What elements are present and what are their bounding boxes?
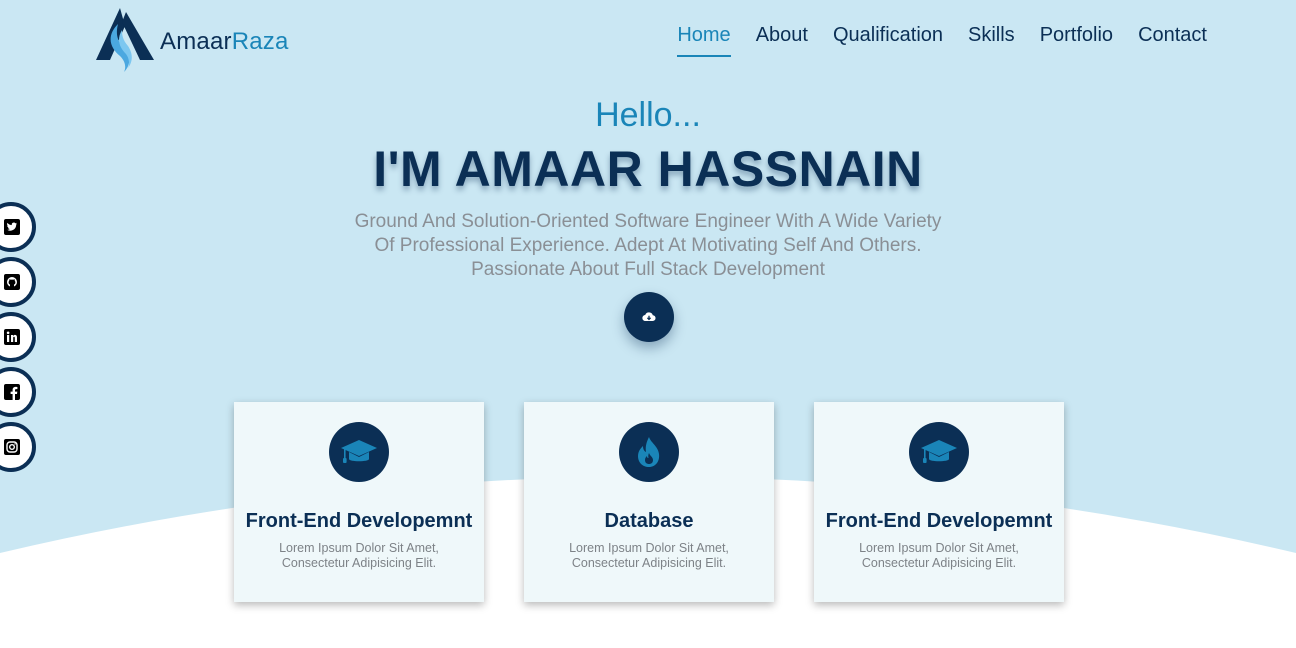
nav-portfolio[interactable]: Portfolio xyxy=(1040,24,1113,57)
nav-about[interactable]: About xyxy=(756,24,808,57)
nav-qualification[interactable]: Qualification xyxy=(833,24,943,57)
github-icon xyxy=(4,274,20,290)
card-title: Front-End Developemnt xyxy=(245,510,473,532)
card-text-line: Lorem Ipsum Dolor Sit Amet, xyxy=(569,541,729,555)
card-title: Front-End Developemnt xyxy=(825,510,1053,532)
facebook-icon xyxy=(4,384,20,400)
github-link[interactable] xyxy=(0,257,36,307)
hero-description: Ground And Solution-Oriented Software En… xyxy=(340,210,956,282)
card-text-line: Lorem Ipsum Dolor Sit Amet, xyxy=(279,541,439,555)
graduation-cap-icon xyxy=(341,440,377,463)
card-text: Lorem Ipsum Dolor Sit Amet, Consectetur … xyxy=(839,541,1039,571)
brand-logo-icon xyxy=(96,8,154,72)
hero-description-line: Ground And Solution-Oriented Software En… xyxy=(354,211,942,232)
hero-description-line: Passionate About Full Stack Development xyxy=(471,259,825,280)
hero-name: I'M AMAAR HASSNAIN xyxy=(373,141,923,197)
linkedin-link[interactable] xyxy=(0,312,36,362)
hero-description-line: Of Professional Experience. Adept At Mot… xyxy=(374,235,922,256)
nav-skills[interactable]: Skills xyxy=(968,24,1015,57)
card-text-line: Consectetur Adipisicing Elit. xyxy=(281,556,437,570)
service-card[interactable]: Front-End Developemnt Lorem Ipsum Dolor … xyxy=(814,402,1064,602)
twitter-link[interactable] xyxy=(0,202,36,252)
nav-home[interactable]: Home xyxy=(677,24,731,57)
main-nav: Home About Qualification Skills Portfoli… xyxy=(677,24,1207,57)
instagram-icon xyxy=(4,439,20,455)
card-text: Lorem Ipsum Dolor Sit Amet, Consectetur … xyxy=(259,541,459,571)
services-cards: Front-End Developemnt Lorem Ipsum Dolor … xyxy=(234,402,1064,602)
nav-contact[interactable]: Contact xyxy=(1138,24,1207,57)
facebook-link[interactable] xyxy=(0,367,36,417)
hero-greeting: Hello... xyxy=(595,96,701,134)
card-text-line: Consectetur Adipisicing Elit. xyxy=(861,556,1017,570)
brand-name-part2: Raza xyxy=(231,28,289,55)
card-icon-circle xyxy=(619,422,679,482)
service-card[interactable]: Database Lorem Ipsum Dolor Sit Amet, Con… xyxy=(524,402,774,602)
card-text-line: Lorem Ipsum Dolor Sit Amet, xyxy=(859,541,1019,555)
card-icon-circle xyxy=(329,422,389,482)
brand-name: AmaarRaza xyxy=(160,28,289,56)
cloud-download-icon xyxy=(642,312,656,322)
card-icon-circle xyxy=(909,422,969,482)
instagram-link[interactable] xyxy=(0,422,36,472)
twitter-icon xyxy=(4,219,20,235)
download-cv-button[interactable] xyxy=(624,292,674,342)
card-text: Lorem Ipsum Dolor Sit Amet, Consectetur … xyxy=(549,541,749,571)
social-sidebar xyxy=(0,202,36,472)
brand[interactable]: AmaarRaza xyxy=(96,6,289,72)
fire-icon xyxy=(638,437,660,467)
brand-name-part1: Amaar xyxy=(160,28,232,55)
card-title: Database xyxy=(604,510,694,532)
service-card[interactable]: Front-End Developemnt Lorem Ipsum Dolor … xyxy=(234,402,484,602)
graduation-cap-icon xyxy=(921,440,957,463)
card-text-line: Consectetur Adipisicing Elit. xyxy=(571,556,727,570)
linkedin-icon xyxy=(4,329,20,345)
